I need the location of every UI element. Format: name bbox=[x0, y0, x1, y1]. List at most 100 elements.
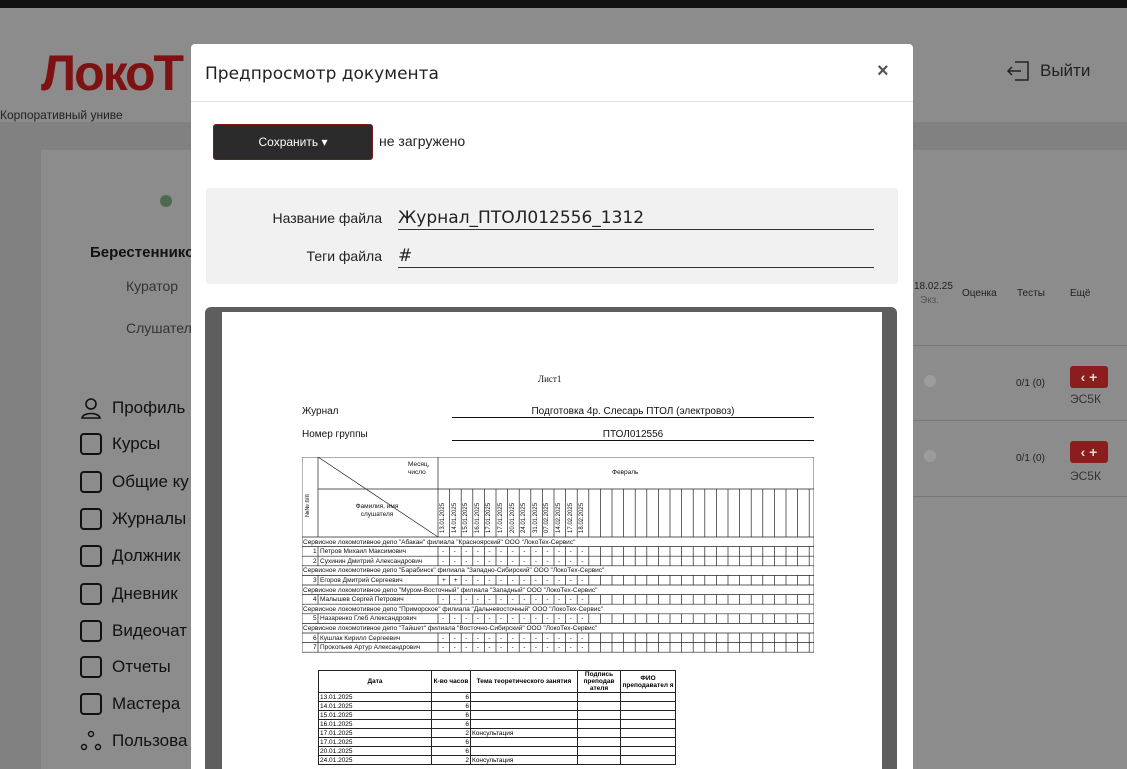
lesson-cell bbox=[620, 692, 676, 702]
attendance-mark: - bbox=[476, 557, 479, 565]
attendance-mark: - bbox=[476, 644, 479, 652]
sidebar-item-masters[interactable]: Мастера bbox=[80, 693, 180, 715]
lesson-row: 13.01.2025 6 bbox=[318, 692, 676, 702]
lesson-cell: 6 bbox=[431, 719, 471, 729]
attendance-mark: - bbox=[488, 557, 491, 565]
attendance-mark: - bbox=[523, 596, 526, 604]
status-dot bbox=[924, 450, 936, 462]
add-button[interactable]: ‹ + bbox=[1070, 366, 1108, 388]
attendance-mark: - bbox=[442, 596, 445, 604]
lesson-cell bbox=[470, 692, 578, 702]
modal-header: Предпросмотр документа × bbox=[191, 44, 913, 102]
sheet-label: Лист1 bbox=[538, 374, 562, 384]
close-icon[interactable]: × bbox=[877, 60, 889, 83]
lesson-row: 15.01.2025 6 bbox=[318, 710, 676, 720]
logout-icon bbox=[1006, 61, 1029, 81]
sidebar-item-courses[interactable]: Курсы bbox=[80, 433, 160, 455]
lesson-cell: 24.01.2025 bbox=[318, 755, 432, 765]
attendance-mark: - bbox=[511, 548, 514, 556]
lesson-cell bbox=[577, 692, 621, 702]
col-date: 18.02.25 bbox=[914, 281, 953, 292]
status-dot bbox=[924, 375, 936, 387]
attendance-mark: - bbox=[569, 548, 572, 556]
attendance-mark: - bbox=[511, 576, 514, 584]
lessons-header-cell: К-во часов bbox=[431, 670, 471, 693]
lessons-header-cell: ФИО преподавател я bbox=[620, 670, 676, 693]
row-divider bbox=[912, 420, 1127, 421]
attendance-mark: - bbox=[534, 548, 537, 556]
preview-modal: Предпросмотр документа × Сохранить ▾ не … bbox=[191, 44, 913, 769]
filename-input[interactable]: Журнал_ПТОЛ012556_1312 bbox=[398, 207, 874, 230]
sidebar-item-videochat[interactable]: Видеочат bbox=[80, 620, 187, 642]
attendance-mark: - bbox=[534, 644, 537, 652]
attendance-mark: - bbox=[500, 576, 503, 584]
attendance-mark: - bbox=[581, 596, 584, 604]
date-header: 20.01.2025 bbox=[509, 502, 516, 533]
journal-label: Журнал bbox=[302, 406, 339, 417]
attendance-mark: - bbox=[476, 548, 479, 556]
attendance-mark: - bbox=[500, 557, 503, 565]
lesson-cell bbox=[577, 746, 621, 756]
users-icon bbox=[80, 730, 102, 752]
attendance-mark: - bbox=[476, 615, 479, 623]
student-name: Малышев Сергей Петрович bbox=[320, 596, 404, 604]
attendance-mark: - bbox=[558, 615, 561, 623]
sidebar-item-common-courses[interactable]: Общие ку bbox=[80, 471, 189, 493]
sidebar-item-reports[interactable]: Отчеты bbox=[80, 656, 171, 678]
row-number: 5 bbox=[313, 615, 317, 623]
sidebar-item-diary[interactable]: Дневник bbox=[80, 583, 178, 605]
journal-value: Подготовка 4р. Слесарь ПТОЛ (электровоз) bbox=[452, 406, 814, 418]
attendance-mark: - bbox=[569, 557, 572, 565]
student-name: Кушлак Кирилл Сергеевич bbox=[320, 634, 401, 642]
attendance-mark: - bbox=[581, 557, 584, 565]
lesson-row: 14.01.2025 6 bbox=[318, 701, 676, 711]
attendance-mark: - bbox=[465, 615, 468, 623]
sidebar-item-profile[interactable]: Профиль bbox=[80, 397, 185, 419]
date-header: 13.01.2025 bbox=[440, 502, 446, 533]
attendance-mark: - bbox=[442, 644, 445, 652]
attendance-mark: - bbox=[523, 576, 526, 584]
tags-input[interactable]: # bbox=[398, 245, 874, 268]
lesson-cell bbox=[470, 746, 578, 756]
lesson-row: 24.01.2025 2 Консультация bbox=[318, 755, 676, 765]
date-header: 15.01.2025 bbox=[463, 502, 470, 533]
lesson-cell bbox=[620, 737, 676, 747]
sidebar-item-journals[interactable]: Журналы bbox=[80, 508, 186, 530]
attendance-mark: - bbox=[534, 596, 537, 604]
lesson-row: 17.01.2025 6 bbox=[318, 737, 676, 747]
attendance-mark: - bbox=[453, 615, 456, 623]
attendance-mark: - bbox=[581, 634, 584, 642]
lesson-cell bbox=[470, 719, 578, 729]
row-divider bbox=[912, 496, 1127, 497]
col-tests: Тесты bbox=[1017, 288, 1045, 299]
logout-button[interactable]: Выйти bbox=[1006, 60, 1090, 82]
group-title: Сервисное локомотивное депо "Приморское"… bbox=[303, 605, 604, 613]
attendance-mark: - bbox=[511, 634, 514, 642]
attendance-mark: - bbox=[465, 596, 468, 604]
attendance-mark: - bbox=[558, 576, 561, 584]
lesson-row: 17.01.2025 2 Консультация bbox=[318, 728, 676, 738]
lesson-cell: 6 bbox=[431, 701, 471, 711]
lesson-cell: 6 bbox=[431, 692, 471, 702]
lesson-cell bbox=[577, 719, 621, 729]
attendance-mark: - bbox=[523, 557, 526, 565]
sidebar-item-debtors[interactable]: Должник bbox=[80, 545, 180, 567]
sidebar-item-users[interactable]: Пользова bbox=[80, 730, 187, 752]
book-icon bbox=[80, 508, 102, 530]
add-button[interactable]: ‹ + bbox=[1070, 441, 1108, 463]
attendance-mark: - bbox=[488, 615, 491, 623]
listener-label: Слушател bbox=[126, 320, 192, 336]
attendance-mark: - bbox=[465, 576, 468, 584]
attendance-mark: - bbox=[476, 634, 479, 642]
attendance-mark: - bbox=[558, 557, 561, 565]
save-dropdown-button[interactable]: Сохранить ▾ bbox=[213, 124, 373, 160]
attendance-mark: - bbox=[453, 557, 456, 565]
attendance-mark: - bbox=[534, 615, 537, 623]
attendance-mark: - bbox=[511, 644, 514, 652]
logo[interactable]: ЛокоТ bbox=[41, 48, 184, 98]
row-number: 2 bbox=[313, 557, 317, 565]
attendance-mark: - bbox=[488, 576, 491, 584]
document-page: Лист1 Журнал Подготовка 4р. Слесарь ПТОЛ… bbox=[222, 312, 882, 769]
tags-label: Теги файла bbox=[306, 248, 382, 264]
date-header: 14.02.2025 bbox=[556, 502, 562, 533]
